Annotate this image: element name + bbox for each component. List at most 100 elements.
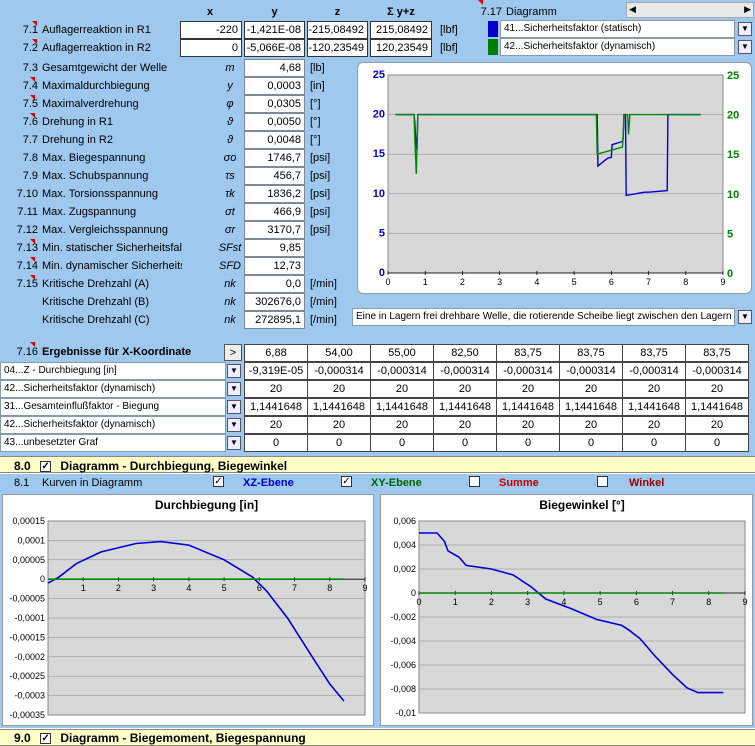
result-value-cell: 1,1441648 [559,398,623,416]
result-value-cell: 0 [496,434,560,452]
horizontal-scrollbar[interactable]: ◀ ▶ [626,2,754,18]
comment-marker [30,257,35,262]
next-coordinates-button[interactable]: > [224,344,242,361]
x-tick-label: 8 [327,583,332,593]
y2-tick-label: 20 [727,110,739,122]
chevron-down-icon[interactable]: ▼ [227,418,241,432]
row-value: 0,0048 [244,131,305,149]
xz-checkbox[interactable]: ✓ [213,476,224,487]
result-value-cell: -0,000314 [496,362,560,380]
angle-checkbox[interactable] [597,476,608,487]
row-value: 0,0 [244,275,305,293]
result-series-select[interactable]: 04...Z - Durchbiegung [in] [0,362,226,380]
y-tick-label: -0,0003 [14,691,45,701]
row-value: 466,9 [244,203,305,221]
result-series-select[interactable]: 43...unbesetzter Graf [0,434,226,452]
curves-row: 8.1 Kurven in Diagramm ✓ XZ-Ebene ✓ XY-E… [0,474,755,492]
row-symbol: y [227,80,233,92]
y-tick-label: 5 [379,227,385,239]
chevron-down-icon[interactable]: ▼ [227,436,241,450]
y2-tick-label: 10 [727,189,739,201]
row-number: 7.7 [22,134,38,146]
section-8-title: Diagramm - Durchbiegung, Biegewinkel [60,459,288,473]
x-coordinate-cell[interactable]: 55,00 [370,344,434,362]
property-row: 7.13 Min. statischer Sicherheitsfal SFst 9,… [0,239,350,257]
x-tick-label: 8 [706,597,711,607]
x-coordinate-cell[interactable]: 83,75 [496,344,560,362]
y2-tick-label: 5 [727,228,733,240]
x-coordinate-cell[interactable]: 83,75 [685,344,749,362]
xz-label: XZ-Ebene [243,477,294,489]
x-tick-label: 3 [525,597,530,607]
result-value-cell: -0,000314 [307,362,371,380]
xy-checkbox[interactable]: ✓ [341,476,352,487]
reaction-x-value: -220 [180,21,242,39]
row-label: Drehung in R1 [42,116,113,128]
row-unit: [psi] [310,188,331,200]
property-row: 7.7 Drehung in R2 ϑ 0,0048 [°] [0,131,350,149]
x-coordinate-cell[interactable]: 54,00 [307,344,371,362]
y-tick-label: -0,00005 [9,594,45,604]
y-tick-label: 0 [40,574,45,584]
x-tick-label: 2 [489,597,494,607]
header-x: x [206,6,214,18]
unit-label: [lbf] [440,24,458,36]
chevron-down-icon[interactable]: ▼ [227,400,241,414]
result-series-select[interactable]: 42...Sicherheitsfaktor (dynamisch) [0,380,226,398]
row-label: Min. dynamischer Sicherheits [42,260,182,272]
result-value-cell: 20 [244,380,308,398]
row-symbol: ϑ [226,134,234,146]
diagram-series1-select[interactable]: 41...Sicherheitsfaktor (statisch) [500,20,735,38]
result-value-cell: 20 [496,416,560,434]
configuration-select[interactable]: Eine in Lagern frei drehbare Welle, die … [352,308,735,326]
chevron-down-icon[interactable]: ▼ [738,40,752,54]
y-tick-label: -0,008 [390,684,416,694]
section-8-header: 8.0 ✓ Diagramm - Durchbiegung, Biegewink… [0,456,755,473]
safety-factor-chart: 0 0 5 5 10 10 15 15 20 20 25 25 0 1 2 3 4 5 6 7 8 9 [357,62,752,294]
property-row: 7.15 Kritische Drehzahl (A) nk 0,0 [/min] [0,275,350,293]
chevron-down-icon[interactable]: ▼ [738,310,752,324]
chevron-down-icon[interactable]: ▼ [227,364,241,378]
row-label: Maximaldurchbiegung [42,80,150,92]
result-value-cell: 1,1441648 [496,398,560,416]
row-unit: [°] [310,116,321,128]
section-9-header: 9.0 ✓ Diagramm - Biegemoment, Biegespann… [0,729,755,746]
row-unit: [psi] [310,170,331,182]
curves-label: Kurven in Diagramm [42,477,143,489]
result-value-cell: -0,000314 [433,362,497,380]
row-number: 7.10 [16,188,38,200]
chevron-down-icon[interactable]: ▼ [738,22,752,36]
chevron-right-icon[interactable]: ▶ [744,4,751,15]
comment-marker [30,239,35,244]
row-value: 3170,7 [244,221,305,239]
x-coordinate-cell[interactable]: 82,50 [433,344,497,362]
header-z: z [334,6,341,18]
result-series-select[interactable]: 31...Gesamteinflußfaktor - Biegung [0,398,226,416]
x-tick-label: 0 [385,277,390,287]
sum-checkbox[interactable] [469,476,480,487]
result-value-cell: 20 [244,416,308,434]
result-value-cell: 1,1441648 [433,398,497,416]
chevron-down-icon[interactable]: ▼ [227,382,241,396]
section-9-number: 9.0 [14,731,31,745]
reaction-y-value: -5,066E-08 [244,39,305,57]
x-coordinate-cell[interactable]: 6,88 [244,344,308,362]
x-tick-label: 1 [81,583,86,593]
y-tick-label: -0,002 [390,612,416,622]
x-coordinate-cell[interactable]: 83,75 [622,344,686,362]
row-number: 7.11 [17,206,38,218]
section-9-checkbox[interactable]: ✓ [40,733,52,745]
diagram-series2-select[interactable]: 42...Sicherheitsfaktor (dynamisch) [500,38,735,56]
property-row: 7.8 Max. Biegespannung σo 1746,7 [psi] [0,149,350,167]
section-8-checkbox[interactable]: ✓ [40,461,52,473]
reaction-y-value: -1,421E-08 [244,21,305,39]
chevron-left-icon[interactable]: ◀ [629,4,636,15]
result-series-select[interactable]: 42...Sicherheitsfaktor (dynamisch) [0,416,226,434]
row-value: 1746,7 [244,149,305,167]
series1-color-swatch [488,21,498,37]
row-label: Max. Zugspannung [42,206,137,218]
row-value: 1836,2 [244,185,305,203]
x-tick-label: 9 [362,583,367,593]
x-coordinate-cell[interactable]: 83,75 [559,344,623,362]
row-value: 302676,0 [244,293,305,311]
